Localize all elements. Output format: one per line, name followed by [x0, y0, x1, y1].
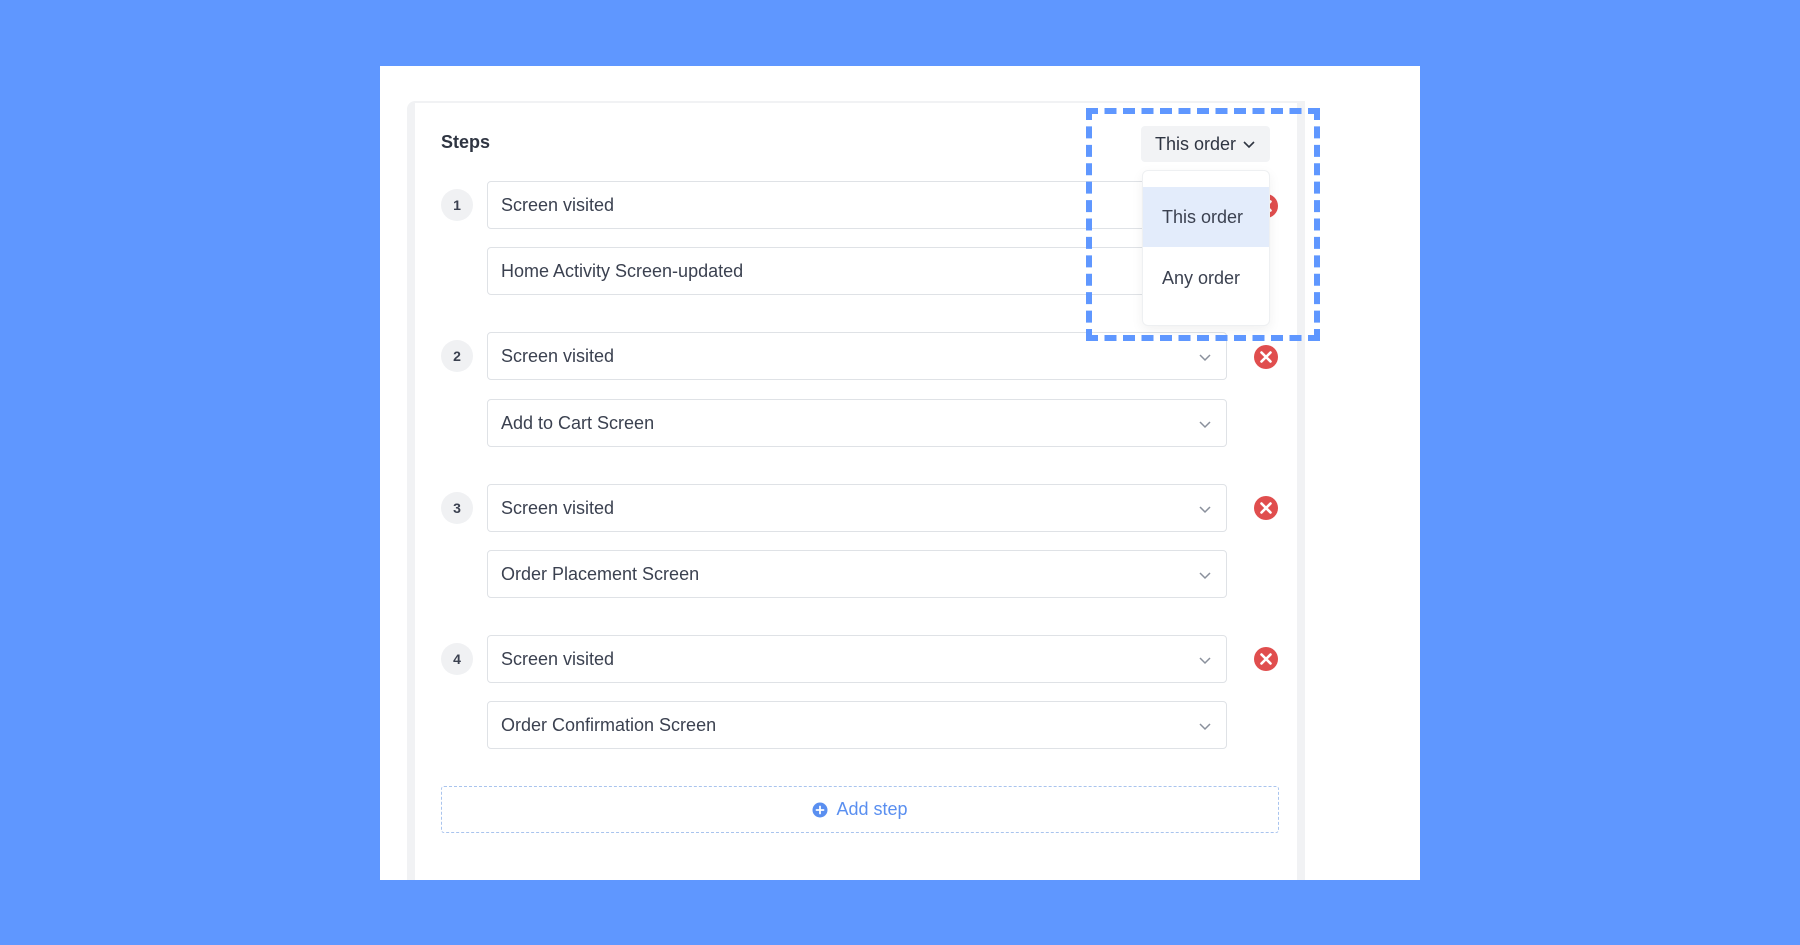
select-value: Order Placement Screen [501, 563, 700, 584]
chevron-down-icon [1199, 657, 1211, 665]
select-value: Order Confirmation Screen [501, 714, 717, 735]
step-event-select[interactable]: Screen visited [487, 332, 1227, 380]
add-step-label: Add step [836, 799, 908, 819]
step-number: 4 [441, 643, 473, 675]
chevron-down-icon [1199, 506, 1211, 514]
step-event-select[interactable]: Screen visited [487, 484, 1227, 532]
remove-step-icon[interactable] [1252, 343, 1280, 371]
steps-title: Steps [441, 132, 491, 152]
order-dropdown-value: This order [1154, 133, 1237, 154]
select-value: Screen visited [501, 648, 615, 669]
menu-item-this-order[interactable]: This order [1143, 187, 1269, 247]
step-number: 1 [441, 189, 473, 221]
step-event-select[interactable]: Screen visited [487, 181, 1227, 229]
chevron-down-icon [1199, 421, 1211, 429]
remove-step-icon[interactable] [1252, 645, 1280, 673]
step-number: 3 [441, 492, 473, 524]
plus-circle-icon [812, 802, 828, 817]
select-value: Screen visited [501, 194, 615, 215]
step-screen-select[interactable]: Order Confirmation Screen [487, 701, 1227, 749]
step-screen-select[interactable]: Order Placement Screen [487, 550, 1227, 598]
add-step-button[interactable]: Add step [441, 786, 1279, 833]
order-dropdown-button[interactable]: This order [1141, 126, 1270, 162]
menu-item-any-order[interactable]: Any order [1143, 248, 1269, 308]
step-screen-select[interactable]: Home Activity Screen-updated [487, 247, 1227, 295]
select-value: Screen visited [501, 497, 615, 518]
menu-item-label: Any order [1162, 267, 1241, 288]
step-number: 2 [441, 340, 473, 372]
select-value: Screen visited [501, 345, 615, 366]
step-screen-select[interactable]: Add to Cart Screen [487, 399, 1227, 447]
order-dropdown-menu: This order Any order [1142, 170, 1270, 326]
step-event-select[interactable]: Screen visited [487, 635, 1227, 683]
remove-step-icon[interactable] [1252, 494, 1280, 522]
chevron-down-icon [1199, 723, 1211, 731]
chevron-down-icon [1199, 354, 1211, 362]
menu-item-label: This order [1162, 206, 1244, 227]
select-value: Add to Cart Screen [501, 412, 655, 433]
chevron-down-icon [1243, 141, 1255, 149]
chevron-down-icon [1199, 572, 1211, 580]
select-value: Home Activity Screen-updated [501, 260, 744, 281]
